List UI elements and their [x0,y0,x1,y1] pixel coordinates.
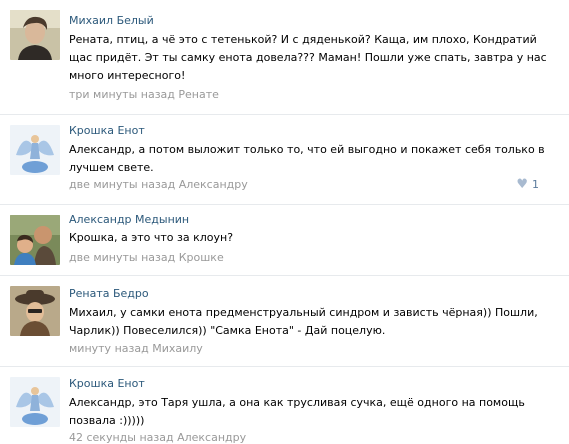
comment-author-link[interactable]: Александр Медынин [69,213,189,226]
avatar[interactable] [10,377,60,427]
comment-meta: две минуты назад Александру [69,178,248,191]
comment-item: Крошка Енот Александр, это Таря ушла, а … [0,367,569,444]
comment-time-link[interactable]: 42 секунды назад [69,431,174,444]
like-count: 1 [532,178,539,191]
comment-meta: три минуты назад Ренате [69,88,219,101]
comment-author-link[interactable]: Михаил Белый [69,14,154,27]
comment-item: Михаил Белый Рената, птиц, а чё это с те… [0,0,569,115]
comment-text: Крошка, а это что за клоун? [69,231,234,244]
avatar[interactable] [10,125,60,175]
comment-author-link[interactable]: Рената Бедро [69,287,149,300]
fairy-figure-icon [10,125,60,175]
man-and-child-icon [10,215,60,265]
comment-item: Александр Медынин Крошка, а это что за к… [0,205,569,276]
heart-icon: ♥ [516,177,528,192]
comment-text: Александр, а потом выложит только то, чт… [69,143,545,174]
reply-to-link[interactable]: Крошке [179,251,224,264]
portrait-young-man-icon [10,10,60,60]
comment-text: Михаил, у самки енота предменструальный … [69,306,538,337]
comment-item: Рената Бедро Михаил, у самки енота предм… [0,276,569,367]
comment-item: Крошка Енот Александр, а потом выложит т… [0,115,569,205]
comment-text: Александр, это Таря ушла, а она как трус… [69,396,525,427]
woman-with-hat-icon [10,286,60,336]
comments-feed: Михаил Белый Рената, птиц, а чё это с те… [0,0,569,444]
comment-meta: минуту назад Михаилу [69,342,203,355]
like-button[interactable]: ♥ 1 [516,178,539,191]
avatar[interactable] [10,215,60,265]
reply-to-link[interactable]: Александру [179,178,248,191]
comment-meta: 42 секунды назад Александру [69,431,246,444]
comment-author-link[interactable]: Крошка Енот [69,124,145,137]
reply-to-link[interactable]: Михаилу [152,342,203,355]
comment-time-link[interactable]: две минуты назад [69,251,175,264]
comment-time-link[interactable]: минуту назад [69,342,149,355]
comment-author-link[interactable]: Крошка Енот [69,377,145,390]
comment-text: Рената, птиц, а чё это с тетенькой? И с … [69,33,547,82]
reply-to-link[interactable]: Ренате [178,88,219,101]
avatar[interactable] [10,286,60,336]
comment-time-link[interactable]: три минуты назад [69,88,175,101]
comment-time-link[interactable]: две минуты назад [69,178,175,191]
fairy-figure-icon [10,377,60,427]
avatar[interactable] [10,10,60,60]
reply-to-link[interactable]: Александру [177,431,246,444]
comment-meta: две минуты назад Крошке [69,251,224,264]
